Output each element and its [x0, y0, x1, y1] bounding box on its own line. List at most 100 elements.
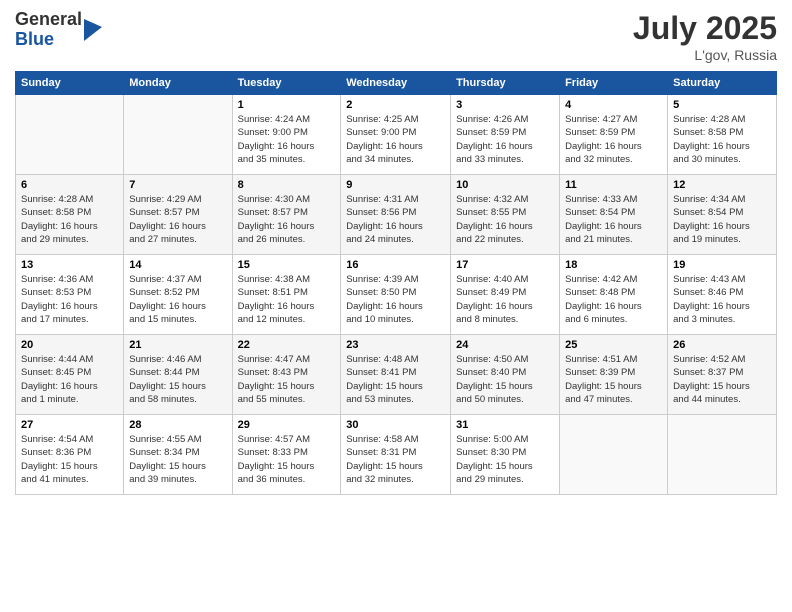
- day-info: Sunrise: 4:44 AM Sunset: 8:45 PM Dayligh…: [21, 353, 118, 406]
- day-info: Sunrise: 4:28 AM Sunset: 8:58 PM Dayligh…: [21, 193, 118, 246]
- calendar-cell: [668, 415, 777, 495]
- month-year: July 2025: [633, 10, 777, 47]
- day-info: Sunrise: 4:51 AM Sunset: 8:39 PM Dayligh…: [565, 353, 662, 406]
- calendar-week-1: 6 Sunrise: 4:28 AM Sunset: 8:58 PM Daylig…: [16, 175, 777, 255]
- day-info: Sunrise: 4:38 AM Sunset: 8:51 PM Dayligh…: [238, 273, 336, 326]
- day-number: 9: [346, 179, 445, 191]
- day-info: Sunrise: 4:24 AM Sunset: 9:00 PM Dayligh…: [238, 113, 336, 166]
- day-number: 8: [238, 179, 336, 191]
- day-info: Sunrise: 4:32 AM Sunset: 8:55 PM Dayligh…: [456, 193, 554, 246]
- calendar-cell: 3 Sunrise: 4:26 AM Sunset: 8:59 PM Daylig…: [451, 95, 560, 175]
- calendar-page: General Blue July 2025 L'gov, Russia Sun…: [0, 0, 792, 612]
- title-block: July 2025 L'gov, Russia: [633, 10, 777, 63]
- calendar-cell: 22 Sunrise: 4:47 AM Sunset: 8:43 PM Dayli…: [232, 335, 341, 415]
- calendar-cell: 30 Sunrise: 4:58 AM Sunset: 8:31 PM Dayli…: [341, 415, 451, 495]
- calendar-cell: 5Sunrise: 4:28 AM Sunset: 8:58 PM Daylig…: [668, 95, 777, 175]
- calendar-cell: 11Sunrise: 4:33 AM Sunset: 8:54 PM Dayli…: [560, 175, 668, 255]
- calendar-cell: 17Sunrise: 4:40 AM Sunset: 8:49 PM Dayli…: [451, 255, 560, 335]
- calendar-cell: 9 Sunrise: 4:31 AM Sunset: 8:56 PM Daylig…: [341, 175, 451, 255]
- calendar-cell: 23Sunrise: 4:48 AM Sunset: 8:41 PM Dayli…: [341, 335, 451, 415]
- day-info: Sunrise: 4:39 AM Sunset: 8:50 PM Dayligh…: [346, 273, 445, 326]
- location: L'gov, Russia: [633, 47, 777, 63]
- calendar-cell: 18 Sunrise: 4:42 AM Sunset: 8:48 PM Dayli…: [560, 255, 668, 335]
- day-number: 25: [565, 339, 662, 351]
- day-number: 4: [565, 99, 662, 111]
- calendar-cell: 8 Sunrise: 4:30 AM Sunset: 8:57 PM Daylig…: [232, 175, 341, 255]
- calendar-cell: 26 Sunrise: 4:52 AM Sunset: 8:37 PM Dayli…: [668, 335, 777, 415]
- logo-icon: [84, 19, 102, 41]
- day-info: Sunrise: 4:25 AM Sunset: 9:00 PM Dayligh…: [346, 113, 445, 166]
- day-number: 30: [346, 419, 445, 431]
- calendar-week-2: 13 Sunrise: 4:36 AM Sunset: 8:53 PM Dayli…: [16, 255, 777, 335]
- day-info: Sunrise: 4:55 AM Sunset: 8:34 PM Dayligh…: [129, 433, 226, 486]
- header-sunday: Sunday: [16, 72, 124, 95]
- day-number: 6: [21, 179, 118, 191]
- day-info: Sunrise: 4:47 AM Sunset: 8:43 PM Dayligh…: [238, 353, 336, 406]
- day-number: 5: [673, 99, 771, 111]
- calendar-week-3: 20 Sunrise: 4:44 AM Sunset: 8:45 PM Dayli…: [16, 335, 777, 415]
- calendar-cell: 19 Sunrise: 4:43 AM Sunset: 8:46 PM Dayli…: [668, 255, 777, 335]
- day-info: Sunrise: 4:58 AM Sunset: 8:31 PM Dayligh…: [346, 433, 445, 486]
- header-saturday: Saturday: [668, 72, 777, 95]
- calendar-cell: [16, 95, 124, 175]
- calendar-cell: 15 Sunrise: 4:38 AM Sunset: 8:51 PM Dayli…: [232, 255, 341, 335]
- calendar-cell: [124, 95, 232, 175]
- day-number: 10: [456, 179, 554, 191]
- calendar-table: Sunday Monday Tuesday Wednesday Thursday…: [15, 71, 777, 495]
- day-number: 29: [238, 419, 336, 431]
- day-info: Sunrise: 4:52 AM Sunset: 8:37 PM Dayligh…: [673, 353, 771, 406]
- calendar-week-4: 27Sunrise: 4:54 AM Sunset: 8:36 PM Dayli…: [16, 415, 777, 495]
- day-number: 22: [238, 339, 336, 351]
- day-info: Sunrise: 4:31 AM Sunset: 8:56 PM Dayligh…: [346, 193, 445, 246]
- logo-blue: Blue: [15, 30, 82, 50]
- day-info: Sunrise: 4:46 AM Sunset: 8:44 PM Dayligh…: [129, 353, 226, 406]
- day-info: Sunrise: 4:26 AM Sunset: 8:59 PM Dayligh…: [456, 113, 554, 166]
- header-thursday: Thursday: [451, 72, 560, 95]
- day-info: Sunrise: 4:30 AM Sunset: 8:57 PM Dayligh…: [238, 193, 336, 246]
- calendar-cell: 21 Sunrise: 4:46 AM Sunset: 8:44 PM Dayli…: [124, 335, 232, 415]
- day-number: 11: [565, 179, 662, 191]
- calendar-cell: 16Sunrise: 4:39 AM Sunset: 8:50 PM Dayli…: [341, 255, 451, 335]
- day-number: 1: [238, 99, 336, 111]
- calendar-week-0: 1 Sunrise: 4:24 AM Sunset: 9:00 PM Daylig…: [16, 95, 777, 175]
- logo: General Blue: [15, 10, 102, 50]
- day-number: 24: [456, 339, 554, 351]
- day-info: Sunrise: 4:34 AM Sunset: 8:54 PM Dayligh…: [673, 193, 771, 246]
- calendar-cell: 28 Sunrise: 4:55 AM Sunset: 8:34 PM Dayli…: [124, 415, 232, 495]
- day-number: 3: [456, 99, 554, 111]
- calendar-cell: 1 Sunrise: 4:24 AM Sunset: 9:00 PM Daylig…: [232, 95, 341, 175]
- header-wednesday: Wednesday: [341, 72, 451, 95]
- header-monday: Monday: [124, 72, 232, 95]
- day-info: Sunrise: 5:00 AM Sunset: 8:30 PM Dayligh…: [456, 433, 554, 486]
- day-number: 13: [21, 259, 118, 271]
- calendar-cell: 20 Sunrise: 4:44 AM Sunset: 8:45 PM Dayli…: [16, 335, 124, 415]
- day-info: Sunrise: 4:27 AM Sunset: 8:59 PM Dayligh…: [565, 113, 662, 166]
- calendar-cell: 7Sunrise: 4:29 AM Sunset: 8:57 PM Daylig…: [124, 175, 232, 255]
- day-info: Sunrise: 4:48 AM Sunset: 8:41 PM Dayligh…: [346, 353, 445, 406]
- day-info: Sunrise: 4:42 AM Sunset: 8:48 PM Dayligh…: [565, 273, 662, 326]
- day-number: 14: [129, 259, 226, 271]
- day-info: Sunrise: 4:50 AM Sunset: 8:40 PM Dayligh…: [456, 353, 554, 406]
- day-info: Sunrise: 4:29 AM Sunset: 8:57 PM Dayligh…: [129, 193, 226, 246]
- header-friday: Friday: [560, 72, 668, 95]
- day-info: Sunrise: 4:36 AM Sunset: 8:53 PM Dayligh…: [21, 273, 118, 326]
- logo-text: General Blue: [15, 10, 82, 50]
- logo-general: General: [15, 10, 82, 30]
- day-number: 26: [673, 339, 771, 351]
- day-number: 21: [129, 339, 226, 351]
- calendar-cell: 31Sunrise: 5:00 AM Sunset: 8:30 PM Dayli…: [451, 415, 560, 495]
- day-number: 19: [673, 259, 771, 271]
- day-number: 12: [673, 179, 771, 191]
- day-number: 28: [129, 419, 226, 431]
- calendar-cell: 25 Sunrise: 4:51 AM Sunset: 8:39 PM Dayli…: [560, 335, 668, 415]
- header: General Blue July 2025 L'gov, Russia: [15, 10, 777, 63]
- calendar-header-row: Sunday Monday Tuesday Wednesday Thursday…: [16, 72, 777, 95]
- calendar-cell: 4 Sunrise: 4:27 AM Sunset: 8:59 PM Daylig…: [560, 95, 668, 175]
- day-number: 18: [565, 259, 662, 271]
- day-number: 20: [21, 339, 118, 351]
- day-info: Sunrise: 4:43 AM Sunset: 8:46 PM Dayligh…: [673, 273, 771, 326]
- calendar-cell: 2Sunrise: 4:25 AM Sunset: 9:00 PM Daylig…: [341, 95, 451, 175]
- day-number: 15: [238, 259, 336, 271]
- day-info: Sunrise: 4:57 AM Sunset: 8:33 PM Dayligh…: [238, 433, 336, 486]
- calendar-cell: 10 Sunrise: 4:32 AM Sunset: 8:55 PM Dayli…: [451, 175, 560, 255]
